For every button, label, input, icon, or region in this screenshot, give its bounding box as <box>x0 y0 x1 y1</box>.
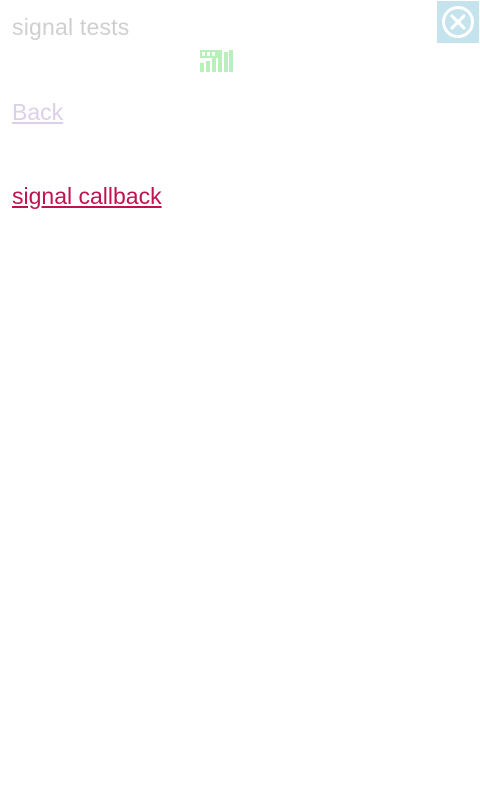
close-button[interactable] <box>437 1 479 43</box>
signal-callback-link[interactable]: signal callback <box>12 181 162 211</box>
signal-strength-icon <box>200 50 233 72</box>
signal-tests-screen: signal tests Back signal callback <box>0 0 480 800</box>
back-link[interactable]: Back <box>12 97 63 127</box>
close-icon <box>442 6 474 38</box>
page-title: signal tests <box>12 14 130 40</box>
